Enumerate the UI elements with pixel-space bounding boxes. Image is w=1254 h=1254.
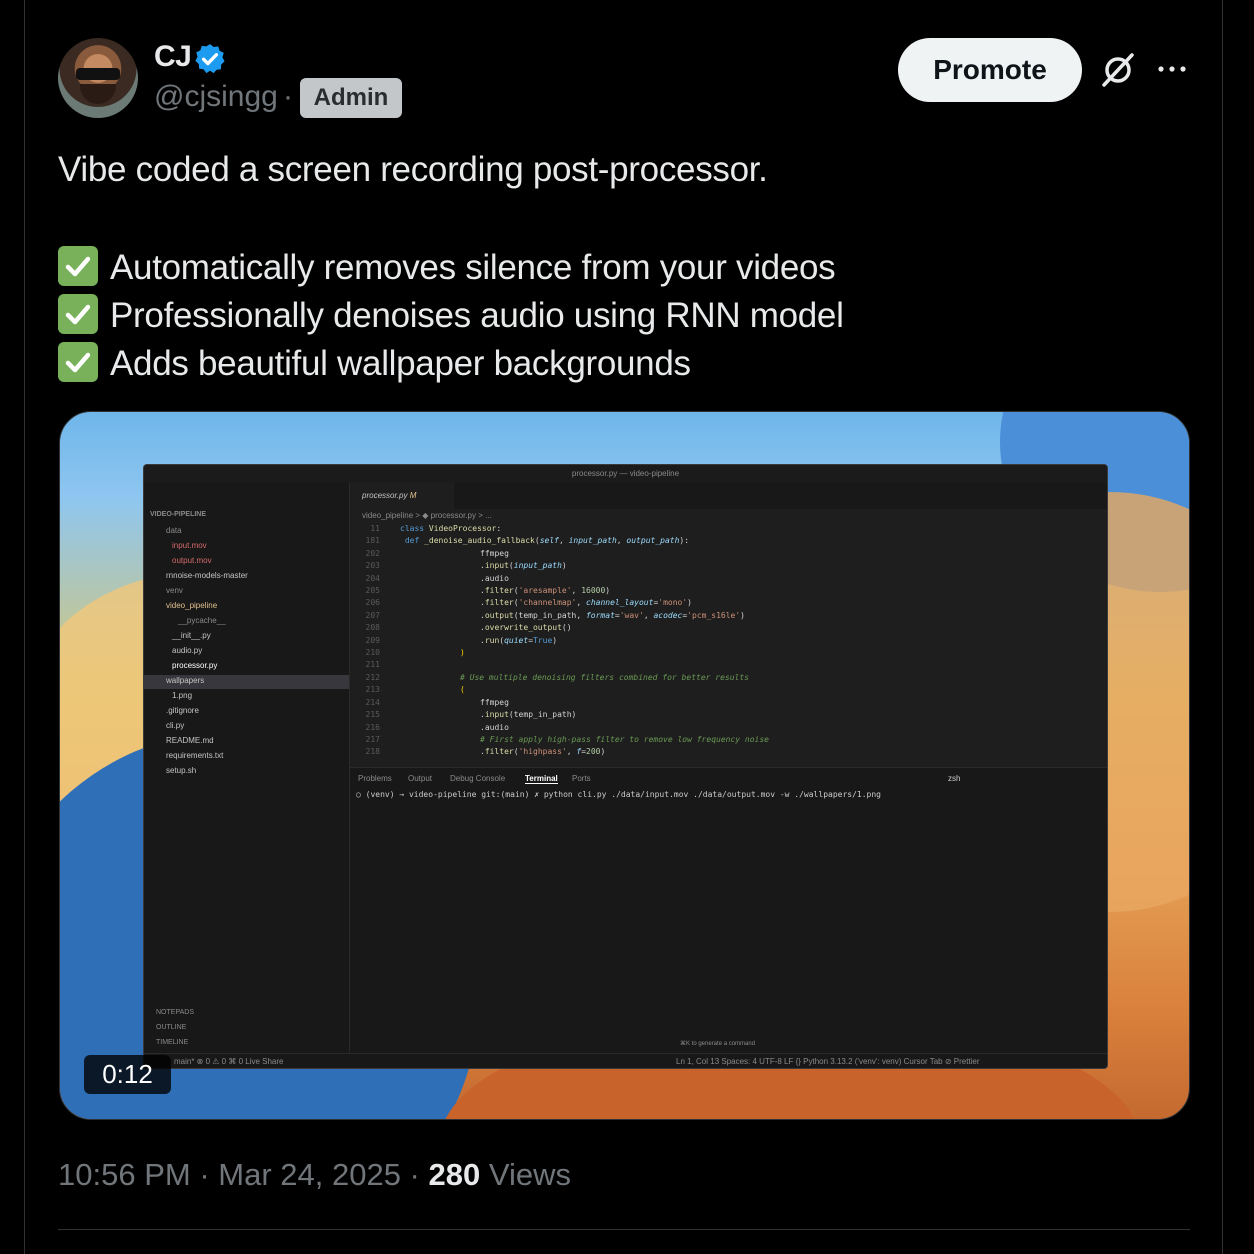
explorer-item: .gitignore bbox=[166, 706, 199, 715]
explorer-section: NOTEPADS bbox=[156, 1009, 194, 1016]
explorer-item: README.md bbox=[166, 736, 214, 745]
avatar-glasses bbox=[76, 68, 120, 80]
author-name[interactable]: CJ bbox=[154, 40, 192, 74]
handle-separator: · bbox=[283, 80, 293, 113]
explorer-item: requirements.txt bbox=[166, 751, 224, 760]
author-handle[interactable]: @cjsingg bbox=[154, 80, 278, 114]
status-bar: main* ⊗ 0 ⚠ 0 ⌘ 0 Live Share Ln 1, Col 1… bbox=[144, 1053, 1107, 1068]
views-count[interactable]: 280 bbox=[429, 1157, 481, 1192]
code-line: 216 .audio bbox=[365, 722, 509, 732]
check-mark-button-icon bbox=[58, 246, 98, 286]
editor-title: processor.py — video-pipeline bbox=[144, 465, 1107, 483]
terminal-line: ○ (venv) → video-pipeline git:(main) ✗ p… bbox=[356, 790, 881, 799]
bullet-text: Automatically removes silence from your … bbox=[110, 248, 836, 287]
explorer-item: input.mov bbox=[172, 541, 207, 550]
explorer-section: OUTLINE bbox=[156, 1024, 187, 1031]
column-border-left bbox=[24, 0, 25, 1254]
explorer-item: __init__.py bbox=[172, 631, 211, 640]
explorer-section: TIMELINE bbox=[156, 1039, 189, 1046]
explorer-sidebar: VIDEO-PIPELINE data input.mov output.mov… bbox=[144, 483, 350, 1055]
tweet-text-line: Vibe coded a screen recording post-proce… bbox=[58, 150, 768, 189]
panel-tab: Problems bbox=[358, 774, 392, 783]
explorer-item: output.mov bbox=[172, 556, 212, 565]
tweet-bullet: Automatically removes silence from your … bbox=[58, 246, 836, 288]
views-label: Views bbox=[480, 1157, 571, 1192]
editor-breadcrumb: video_pipeline > ◆ processor.py > ... bbox=[362, 511, 492, 520]
explorer-item: wallpapers bbox=[166, 676, 205, 685]
code-line: 202 ffmpeg bbox=[365, 548, 509, 558]
admin-badge: Admin bbox=[300, 78, 402, 118]
divider bbox=[58, 1229, 1190, 1230]
code-line: 11 class VideoProcessor: bbox=[370, 524, 502, 533]
explorer-item: setup.sh bbox=[166, 766, 197, 775]
explorer-item: video_pipeline bbox=[166, 601, 218, 610]
tab-label: processor.py bbox=[362, 491, 408, 500]
code-line: 218 .filter('highpass', f=200) bbox=[365, 747, 606, 757]
code-editor: 11 class VideoProcessor: 181 def _denoise… bbox=[350, 523, 1090, 759]
status-left: main* ⊗ 0 ⚠ 0 ⌘ 0 Live Share bbox=[174, 1057, 284, 1066]
editor-window: processor.py — video-pipeline VIDEO-PIPE… bbox=[143, 464, 1108, 1069]
panel-tab: Ports bbox=[572, 774, 591, 783]
bullet-text: Adds beautiful wallpaper backgrounds bbox=[110, 344, 691, 383]
code-line: 206 .filter('channelmap', channel_layout=… bbox=[365, 598, 692, 608]
post-date[interactable]: Mar 24, 2025 bbox=[218, 1157, 401, 1192]
tweet-bullet: Professionally denoises audio using RNN … bbox=[58, 294, 844, 336]
explorer-root: VIDEO-PIPELINE bbox=[150, 511, 207, 518]
code-line: 205 .filter('aresample', 16000) bbox=[365, 586, 611, 596]
tab-badge: M bbox=[409, 491, 417, 500]
meta-separator: · bbox=[190, 1157, 219, 1192]
code-line: 215 .input(temp_in_path) bbox=[365, 710, 577, 720]
terminal-hint: ⌘K to generate a command bbox=[680, 1041, 756, 1047]
explorer-item: __pycache__ bbox=[178, 616, 226, 625]
terminal-panel: Problems Output Debug Console Terminal P… bbox=[350, 767, 1107, 1056]
explorer-item: cli.py bbox=[166, 721, 185, 730]
explorer-item: processor.py bbox=[172, 661, 218, 670]
explorer-item: 1.png bbox=[172, 691, 193, 700]
code-line: 207 .output(temp_in_path, format='wav', a… bbox=[365, 610, 745, 620]
video-duration: 0:12 bbox=[84, 1055, 171, 1094]
code-line: 209 .run(quiet=True) bbox=[365, 635, 558, 645]
code-line: 203 .input(input_path) bbox=[365, 561, 567, 571]
panel-tab: Output bbox=[408, 774, 433, 783]
editor-tabbar: processor.py M bbox=[350, 483, 1107, 509]
bullet-text: Professionally denoises audio using RNN … bbox=[110, 296, 844, 335]
more-icon[interactable] bbox=[1156, 52, 1188, 86]
avatar[interactable] bbox=[58, 38, 138, 118]
promote-button[interactable]: Promote bbox=[898, 38, 1082, 102]
code-line: 212 # Use multiple denoising filters comb… bbox=[365, 672, 749, 682]
code-line: 181 def _denoise_audio_fallback(self, in… bbox=[365, 536, 690, 546]
explorer-item: audio.py bbox=[172, 646, 203, 655]
panel-tab: Terminal bbox=[525, 774, 558, 784]
code-line: 208 .overwrite_output() bbox=[365, 623, 572, 633]
video-player[interactable]: processor.py — video-pipeline VIDEO-PIPE… bbox=[59, 411, 1190, 1120]
grok-icon[interactable] bbox=[1098, 52, 1138, 88]
post-time[interactable]: 10:56 PM bbox=[58, 1157, 191, 1192]
meta-separator: · bbox=[400, 1157, 429, 1192]
status-right: Ln 1, Col 13 Spaces: 4 UTF-8 LF {} Pytho… bbox=[676, 1057, 980, 1066]
tweet-bullet: Adds beautiful wallpaper backgrounds bbox=[58, 342, 691, 384]
check-mark-button-icon bbox=[58, 294, 98, 334]
check-mark-button-icon bbox=[58, 342, 98, 382]
panel-tab: Debug Console bbox=[450, 774, 506, 783]
code-line: 204 .audio bbox=[365, 573, 509, 583]
tweet-meta: 10:56 PM · Mar 24, 2025 · 280 Views bbox=[58, 1157, 571, 1193]
verified-badge-icon[interactable] bbox=[193, 42, 227, 76]
avatar-beard bbox=[80, 84, 116, 104]
terminal-shell: zsh bbox=[948, 774, 961, 783]
explorer-item: rnnoise-models-master bbox=[166, 571, 248, 580]
code-line: 213( bbox=[365, 685, 465, 695]
editor-tab: processor.py M bbox=[350, 483, 454, 509]
explorer-item: venv bbox=[166, 586, 183, 595]
code-line: 217 # First apply high-pass filter to rem… bbox=[365, 734, 769, 744]
code-line: 214 ffmpeg bbox=[365, 697, 509, 707]
code-line: 211 bbox=[365, 660, 380, 670]
code-line: 210) bbox=[365, 648, 465, 658]
column-border-right bbox=[1222, 0, 1223, 1254]
explorer-item: data bbox=[166, 526, 182, 535]
